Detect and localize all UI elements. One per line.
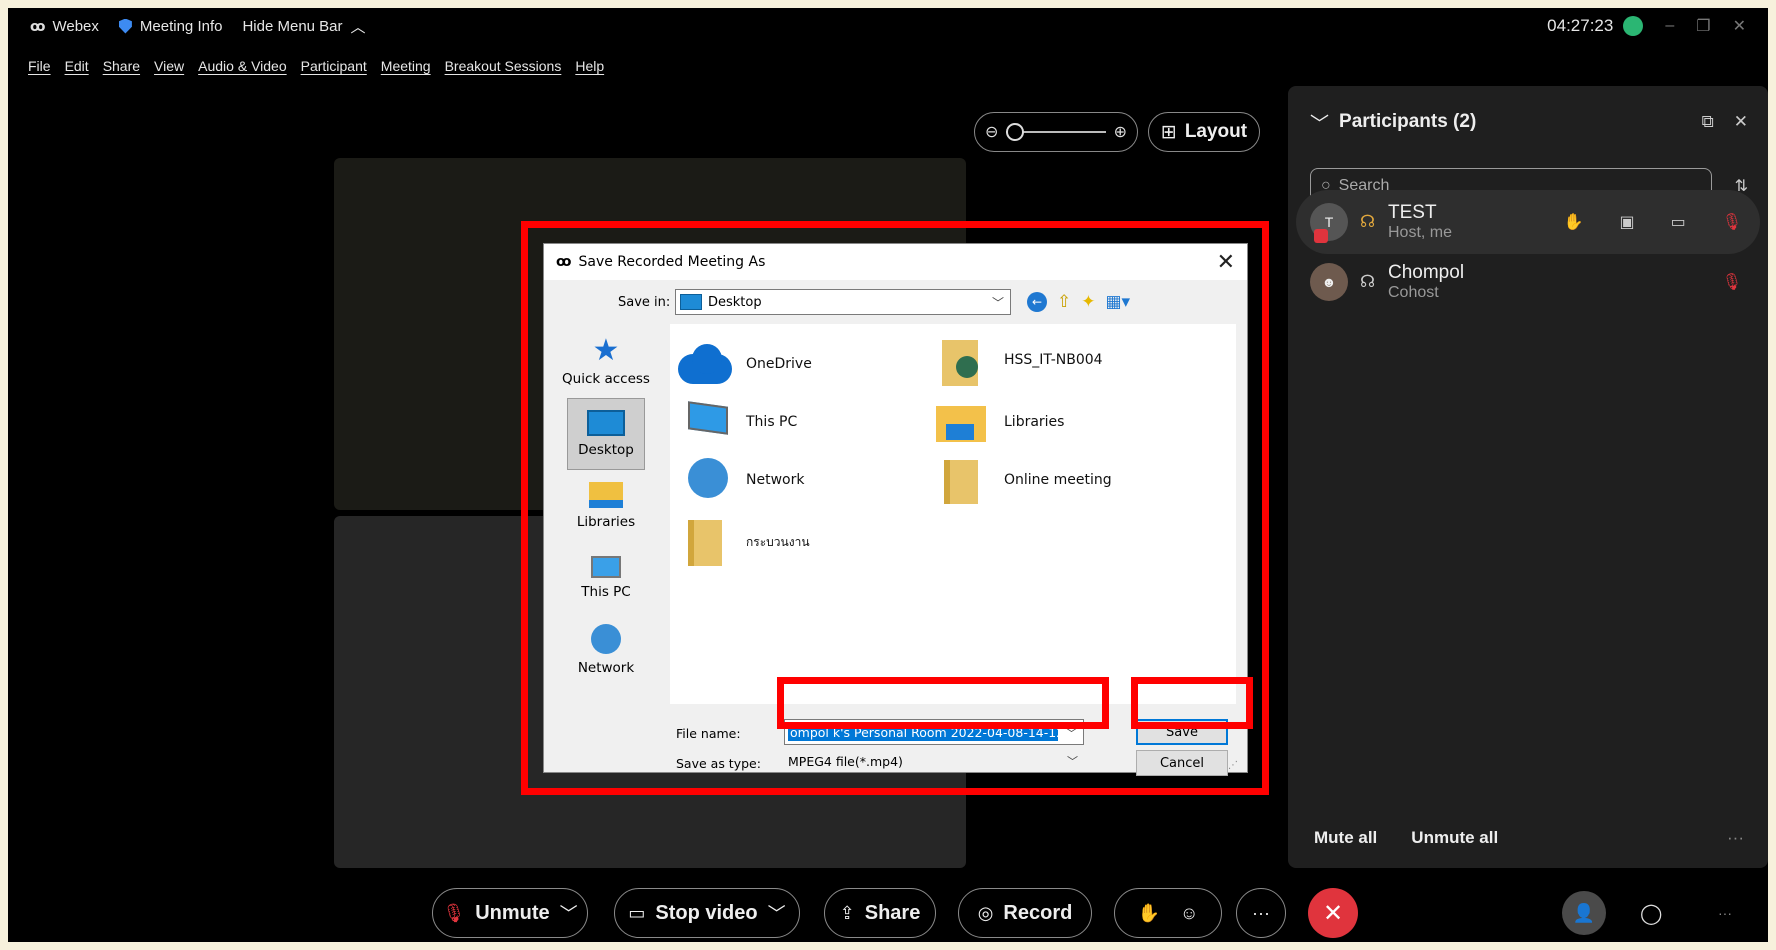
unmute-all-button[interactable]: Unmute all bbox=[1411, 828, 1498, 848]
recording-badge-icon bbox=[1314, 229, 1328, 243]
webex-app-menu[interactable]: ꝏ Webex bbox=[30, 18, 99, 35]
unmute-button[interactable]: 🎙 Unmute ﹀ bbox=[432, 888, 588, 938]
more-options-icon[interactable]: ··· bbox=[1727, 828, 1744, 848]
video-camera-icon: ▭ bbox=[628, 902, 646, 923]
participants-title: Participants (2) bbox=[1339, 111, 1477, 132]
record-icon: ◎ bbox=[977, 902, 994, 923]
webex-window: ꝏ Webex Meeting Info Hide Menu Bar ︿ 04:… bbox=[8, 8, 1768, 942]
menu-view[interactable]: View bbox=[154, 58, 184, 80]
menu-participant[interactable]: Participant bbox=[301, 58, 367, 80]
participant-role: Cohost bbox=[1388, 284, 1439, 301]
layout-label: Layout bbox=[1184, 121, 1248, 142]
zoom-slider-knob[interactable] bbox=[1006, 123, 1025, 141]
chat-button[interactable]: ◯ bbox=[1640, 888, 1662, 938]
mic-muted-icon: 🎙 bbox=[442, 902, 466, 923]
layout-grid-icon: ⊞ bbox=[1160, 121, 1177, 143]
highlight-box-save bbox=[1131, 677, 1253, 729]
title-bar: ꝏ Webex Meeting Info Hide Menu Bar ︿ 04:… bbox=[8, 8, 1768, 44]
more-options-icon: ··· bbox=[1252, 902, 1270, 923]
stop-video-button[interactable]: ▭ Stop video ﹀ bbox=[614, 888, 800, 938]
chevron-up-icon: ︿ bbox=[350, 18, 366, 36]
share-button[interactable]: ⇪ Share bbox=[824, 888, 936, 938]
zoom-slider[interactable] bbox=[1006, 123, 1106, 141]
close-icon: ✕ bbox=[1322, 899, 1344, 927]
raise-hand-icon[interactable]: ✋ bbox=[1138, 903, 1160, 924]
chevron-down-icon[interactable]: ﹀ bbox=[768, 900, 786, 926]
participant-name: TEST bbox=[1388, 202, 1437, 223]
audio-connected-icon: ☊ bbox=[1360, 272, 1376, 291]
highlight-box-file-name bbox=[777, 677, 1109, 729]
more-options-button[interactable]: ··· bbox=[1236, 888, 1286, 938]
participant-row-test[interactable]: T ☊ TEST Host, me ✋ ▣ ▭ 🎙 bbox=[1296, 190, 1760, 254]
layout-button[interactable]: ⊞ Layout bbox=[1148, 112, 1260, 152]
reactions-icon[interactable]: ☺ bbox=[1180, 903, 1198, 924]
menu-edit[interactable]: Edit bbox=[65, 58, 89, 80]
avatar: ☻ bbox=[1310, 263, 1348, 301]
menu-breakout-sessions[interactable]: Breakout Sessions bbox=[445, 58, 562, 80]
title-bar-right: 04:27:23 – ❐ ✕ bbox=[1547, 8, 1746, 44]
zoom-in-icon[interactable]: ⊕ bbox=[1114, 122, 1127, 142]
raise-hand-icon[interactable]: ✋ bbox=[1564, 212, 1584, 232]
participant-name: Chompol bbox=[1388, 262, 1465, 283]
menu-audio-video[interactable]: Audio & Video bbox=[198, 58, 286, 80]
participant-role: Host, me bbox=[1388, 224, 1453, 241]
meeting-info-button[interactable]: Meeting Info bbox=[118, 17, 223, 35]
mute-all-button[interactable]: Mute all bbox=[1314, 828, 1377, 848]
zoom-out-icon[interactable]: ⊖ bbox=[985, 122, 998, 142]
minimize-icon[interactable]: – bbox=[1665, 17, 1674, 35]
share-label: Share bbox=[864, 901, 921, 924]
participant-row-chompol[interactable]: ☻ ☊ Chompol Cohost 🎙 bbox=[1296, 250, 1760, 314]
menu-help[interactable]: Help bbox=[575, 58, 604, 80]
avatar-initial: T bbox=[1324, 214, 1334, 230]
participants-toggle[interactable]: 👤 bbox=[1562, 888, 1606, 938]
menu-meeting[interactable]: Meeting bbox=[381, 58, 431, 80]
person-photo-icon: ☻ bbox=[1321, 274, 1337, 290]
avatar: T bbox=[1310, 203, 1348, 243]
menu-share[interactable]: Share bbox=[103, 58, 140, 80]
mic-muted-icon[interactable]: 🎙 bbox=[1722, 212, 1742, 232]
hide-menu-bar-label: Hide Menu Bar bbox=[242, 17, 343, 35]
pop-out-icon[interactable]: ⧉ bbox=[1702, 112, 1714, 132]
share-icon: ⇪ bbox=[839, 902, 855, 923]
menu-file[interactable]: File bbox=[28, 58, 51, 80]
record-button[interactable]: ◎ Record bbox=[958, 888, 1092, 938]
record-label: Record bbox=[1003, 901, 1073, 924]
menu-bar: File Edit Share View Audio & Video Parti… bbox=[8, 58, 604, 80]
network-health-icon[interactable] bbox=[1623, 16, 1644, 36]
shield-icon bbox=[118, 18, 132, 34]
unmute-label: Unmute bbox=[475, 901, 550, 924]
chevron-down-icon[interactable]: ﹀ bbox=[1310, 109, 1329, 136]
participants-icon: 👤 bbox=[1562, 891, 1606, 935]
hide-menu-bar-button[interactable]: Hide Menu Bar ︿ bbox=[242, 16, 365, 37]
caption-icon[interactable]: ▣ bbox=[1619, 212, 1634, 232]
meeting-info-label: Meeting Info bbox=[139, 17, 223, 35]
app-name: Webex bbox=[52, 17, 99, 35]
more-options-button-right[interactable]: ··· bbox=[1718, 888, 1732, 938]
video-camera-icon[interactable]: ▭ bbox=[1671, 212, 1686, 232]
close-window-icon[interactable]: ✕ bbox=[1733, 16, 1746, 36]
audio-connected-icon: ☊ bbox=[1360, 212, 1376, 231]
stop-video-label: Stop video bbox=[655, 901, 758, 924]
leave-meeting-button[interactable]: ✕ bbox=[1308, 888, 1358, 938]
more-options-icon: ··· bbox=[1718, 905, 1732, 921]
meeting-clock: 04:27:23 bbox=[1547, 16, 1614, 35]
zoom-control: ⊖ ⊕ bbox=[974, 112, 1138, 152]
participants-header: ﹀ Participants (2) ⧉ ✕ bbox=[1310, 108, 1748, 136]
participants-footer: Mute all Unmute all ··· bbox=[1314, 828, 1744, 848]
restore-icon[interactable]: ❐ bbox=[1696, 16, 1710, 36]
webex-logo-icon: ꝏ bbox=[30, 17, 46, 34]
close-panel-icon[interactable]: ✕ bbox=[1734, 112, 1748, 132]
mic-muted-icon[interactable]: 🎙 bbox=[1722, 272, 1742, 292]
chevron-down-icon[interactable]: ﹀ bbox=[560, 900, 578, 926]
reactions-group: ✋ ☺ bbox=[1114, 888, 1222, 938]
chat-bubble-icon: ◯ bbox=[1640, 902, 1663, 925]
participants-panel: ﹀ Participants (2) ⧉ ✕ ○ Search ⇅ T ☊ TE… bbox=[1288, 86, 1768, 868]
